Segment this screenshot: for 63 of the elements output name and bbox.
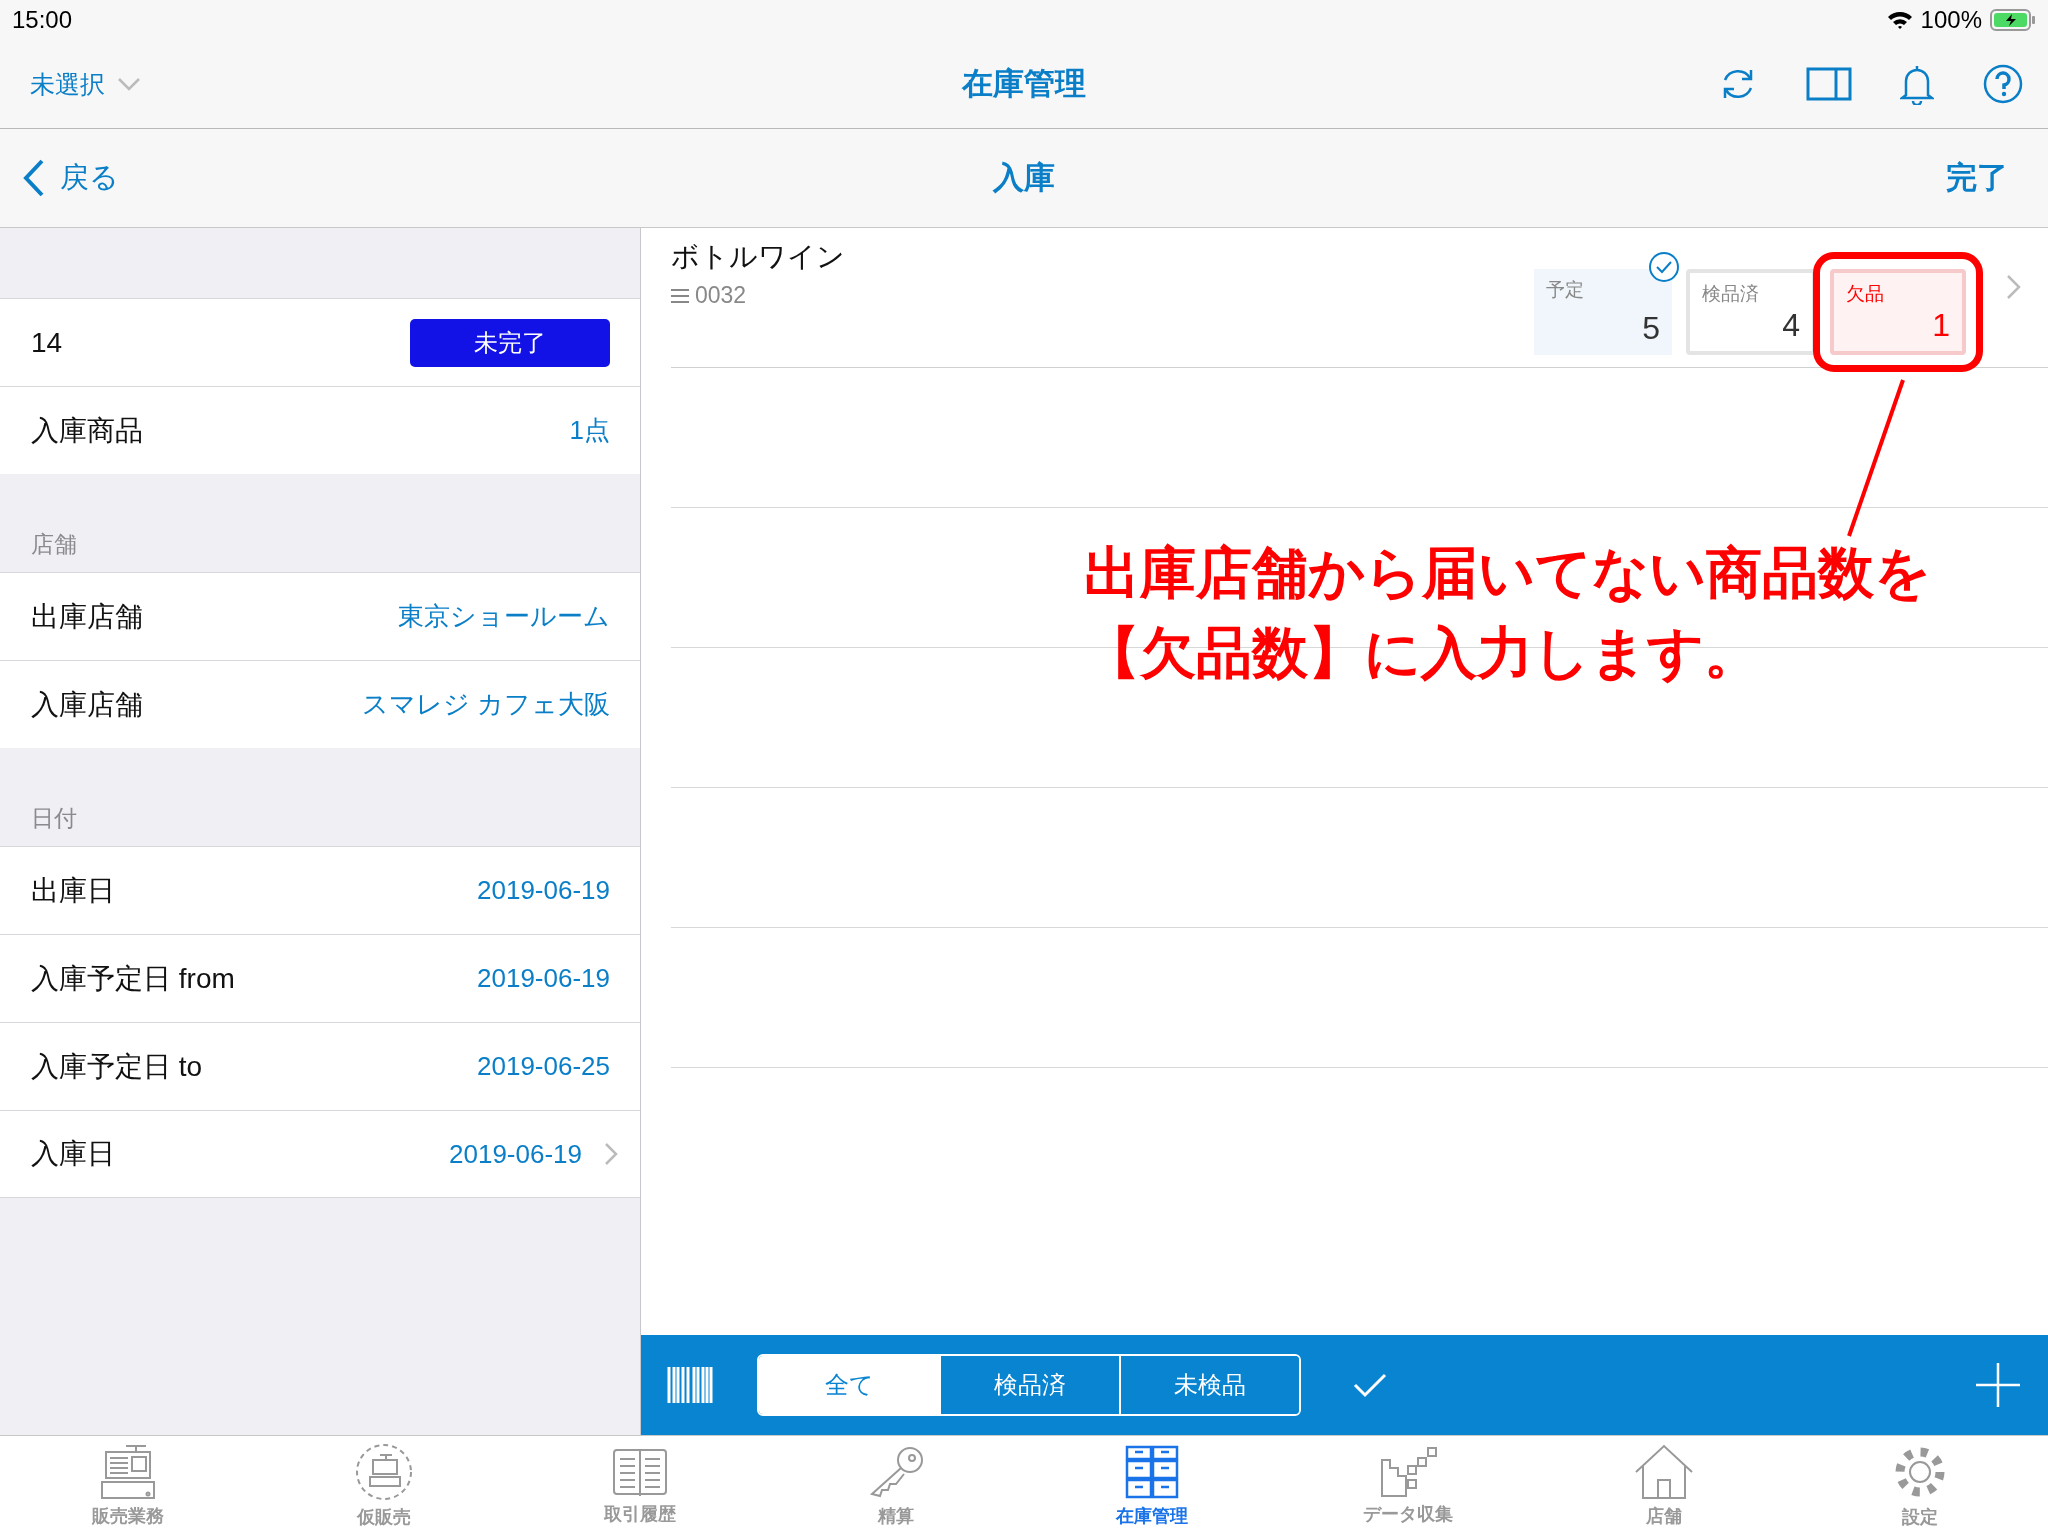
wifi-icon: [1886, 10, 1913, 30]
chevron-left-icon: [22, 158, 46, 198]
tab-bar-item[interactable]: 販売業務: [0, 1436, 256, 1536]
page-title: 入庫: [993, 159, 1055, 197]
section-header: 日付: [31, 804, 77, 833]
chevron-down-icon: [117, 77, 141, 91]
add-icon[interactable]: [1976, 1363, 2020, 1407]
annotation-text: 出庫店舗から届いてない商品数を 【欠品数】に入力します。: [1084, 540, 1931, 686]
row-value: 1点: [569, 414, 610, 447]
row-label: 出庫店舗: [31, 599, 143, 634]
bell-icon[interactable]: [1900, 63, 1934, 105]
tab-bar-item[interactable]: データ収集: [1280, 1436, 1536, 1536]
tab-bar-item[interactable]: 設定: [1792, 1436, 2048, 1536]
count-value: 4: [1781, 307, 1800, 344]
count-label: 欠品: [1846, 282, 1885, 306]
row-label: 14: [31, 326, 63, 359]
battery-percent: 100%: [1920, 6, 1982, 34]
row-value: スマレジ カフェ大阪: [361, 688, 610, 721]
house-icon: [1634, 1444, 1694, 1500]
tab-bar-item[interactable]: 在庫管理: [1024, 1436, 1280, 1536]
row-value[interactable]: 2019-06-19: [449, 1138, 582, 1170]
filter-tab[interactable]: 全て: [759, 1356, 939, 1414]
tab-bar-item[interactable]: 仮販売: [256, 1436, 512, 1536]
row-label: 入庫予定日 from: [31, 961, 235, 996]
row-label: 出庫日: [31, 873, 115, 908]
row-label: 入庫店舗: [31, 687, 143, 722]
tab-bar-item[interactable]: 取引履歴: [512, 1436, 768, 1536]
barcode-icon[interactable]: [667, 1367, 713, 1403]
row-label: 入庫商品: [31, 413, 143, 448]
product-code: 0032: [695, 282, 747, 309]
row-label: 入庫予定日 to: [31, 1049, 203, 1084]
row-label: 入庫日: [31, 1137, 115, 1171]
cabinet-icon: [1124, 1444, 1180, 1500]
screen-title: 在庫管理: [962, 65, 1086, 103]
help-icon[interactable]: [1982, 63, 2024, 105]
section-header: 店舗: [31, 530, 77, 559]
done-button[interactable]: 完了: [1946, 157, 2008, 199]
list-icon: [671, 288, 689, 303]
status-badge[interactable]: 未完了: [410, 318, 610, 367]
book-icon: [610, 1446, 670, 1498]
count-value: 5: [1641, 310, 1660, 347]
blocks-icon: [1378, 1446, 1438, 1498]
count-label: 検品済: [1702, 282, 1760, 306]
row-value: 東京ショールーム: [398, 600, 610, 633]
status-time: 15:00: [12, 6, 73, 34]
battery-icon: [1990, 9, 2036, 31]
filter-tab[interactable]: 未検品: [1119, 1356, 1299, 1414]
product-name: ボトルワイン: [671, 240, 845, 274]
count-value: 1: [1931, 307, 1950, 344]
tab-bar-item[interactable]: 精算: [768, 1436, 1024, 1536]
back-button[interactable]: 戻る: [22, 158, 119, 198]
chevron-right-icon: [604, 1142, 618, 1166]
store-selector[interactable]: 未選択: [30, 67, 141, 101]
count-label: 予定: [1546, 278, 1585, 302]
dashed-register-icon: [354, 1443, 414, 1501]
checkmark-icon[interactable]: [1353, 1372, 1387, 1398]
row-value: 2019-06-19: [477, 875, 610, 906]
row-value: 2019-06-19: [477, 963, 610, 994]
row-value: 2019-06-25: [477, 1051, 610, 1082]
split-view-icon[interactable]: [1806, 67, 1852, 101]
tab-bar-item[interactable]: 店舗: [1536, 1436, 1792, 1536]
cash-register-icon: [98, 1444, 158, 1500]
count-cell[interactable]: 予定 5: [1534, 269, 1672, 355]
